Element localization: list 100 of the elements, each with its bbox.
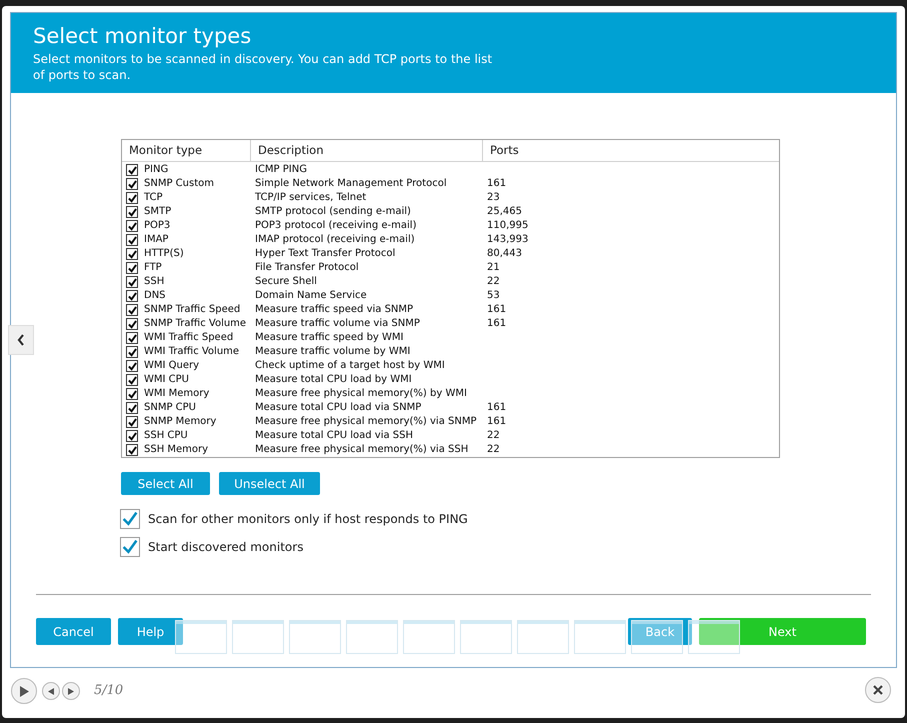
close-button[interactable] (865, 677, 891, 703)
table-cell: HTTP(S) (144, 247, 184, 261)
table-cell: Measure traffic volume by WMI (255, 346, 410, 357)
table-cell: Measure total CPU load via SSH (255, 430, 414, 441)
checkbox[interactable] (126, 374, 138, 386)
checkbox[interactable] (126, 346, 138, 358)
slide-counter: 5/10 (94, 682, 124, 700)
table-cell: IMAP (144, 233, 168, 247)
table-cell: Measure traffic speed by WMI (255, 332, 404, 343)
table-cell: DNS (144, 289, 166, 303)
table-cell: 143,993 (487, 234, 528, 245)
table-cell: POP3 protocol (receiving e-mail) (255, 220, 416, 231)
help-button[interactable]: Help (118, 618, 183, 645)
table-cell: Measure free physical memory(%) via SSH (255, 444, 468, 455)
slide-thumbnail[interactable] (574, 620, 626, 654)
checkbox[interactable] (126, 248, 138, 260)
table-cell: 80,443 (487, 248, 522, 259)
checkbox[interactable] (126, 234, 138, 246)
column-header[interactable]: Description (251, 140, 483, 161)
checkbox[interactable] (126, 220, 138, 232)
checkbox[interactable] (126, 178, 138, 190)
table-cell: Measure traffic speed via SNMP (255, 304, 414, 315)
option-label: Scan for other monitors only if host responds to PING (148, 511, 468, 528)
checkbox[interactable] (120, 537, 140, 557)
table-cell: 161 (487, 416, 506, 427)
table-cell: POP3 (144, 219, 170, 233)
table-cell: WMI Traffic Volume (144, 345, 240, 359)
table-cell: IMAP protocol (receiving e-mail) (255, 234, 415, 245)
checkbox[interactable] (126, 430, 138, 442)
table-cell: Measure free physical memory(%) via SNMP (255, 416, 477, 427)
checkbox[interactable] (126, 262, 138, 274)
select-all-button[interactable]: Select All (121, 472, 210, 495)
slide-thumbnail[interactable] (403, 620, 455, 654)
table-cell: WMI Memory (144, 387, 210, 401)
table-cell: Simple Network Management Protocol (255, 178, 447, 189)
checkbox[interactable] (126, 388, 138, 400)
table-cell: 161 (487, 318, 506, 329)
table-cell: FTP (144, 261, 162, 275)
cancel-button[interactable]: Cancel (36, 618, 111, 645)
table-cell: Secure Shell (255, 276, 317, 287)
slide-thumbnail[interactable] (631, 620, 683, 654)
table-cell: Check uptime of a target host by WMI (255, 360, 445, 371)
next-button[interactable] (62, 682, 80, 700)
table-cell: ICMP PING (255, 164, 307, 175)
checkbox[interactable] (126, 318, 138, 330)
checkbox[interactable] (126, 444, 138, 456)
table-cell: SNMP CPU (144, 401, 196, 415)
next-button[interactable]: Next (699, 618, 866, 645)
table-cell: 23 (487, 192, 500, 203)
checkbox[interactable] (126, 290, 138, 302)
play-button[interactable] (11, 678, 37, 704)
checkbox[interactable] (120, 509, 140, 529)
unselect-all-button[interactable]: Unselect All (219, 472, 320, 495)
checkbox[interactable] (126, 164, 138, 176)
slide-thumbnail[interactable] (232, 620, 284, 654)
table-cell: SNMP Memory (144, 415, 216, 429)
table-cell: 22 (487, 444, 500, 455)
table-cell: TCP/IP services, Telnet (255, 192, 366, 203)
table-cell: TCP (144, 191, 163, 205)
table-cell: 161 (487, 304, 506, 315)
table-cell: WMI Traffic Speed (144, 331, 234, 345)
table-cell: 22 (487, 276, 500, 287)
table-cell: 161 (487, 178, 506, 189)
column-header[interactable]: Ports (483, 140, 779, 161)
table-cell: 161 (487, 402, 506, 413)
slide-thumbnail[interactable] (175, 620, 227, 654)
dialog-title: Select monitor types (33, 23, 252, 49)
table-cell: SSH Memory (144, 443, 208, 457)
checkbox[interactable] (126, 192, 138, 204)
slide-thumbnail[interactable] (688, 620, 740, 654)
table-cell: PING (144, 163, 168, 177)
table-cell: SMTP (144, 205, 172, 219)
table-cell: Measure traffic volume via SNMP (255, 318, 420, 329)
checkbox[interactable] (126, 360, 138, 372)
table-cell: Hyper Text Transfer Protocol (255, 248, 396, 259)
back-button[interactable]: Back (628, 618, 692, 645)
checkbox[interactable] (126, 276, 138, 288)
table-cell: WMI CPU (144, 373, 189, 387)
checkbox[interactable] (126, 332, 138, 344)
slide-thumbnail[interactable] (517, 620, 569, 654)
table-cell: 21 (487, 262, 500, 273)
column-header[interactable]: Monitor type (122, 140, 251, 161)
slide-thumbnail[interactable] (460, 620, 512, 654)
table-cell: Measure total CPU load via SNMP (255, 402, 422, 413)
checkbox[interactable] (126, 402, 138, 414)
play-icon (19, 686, 29, 696)
table-cell: SNMP Traffic Speed (144, 303, 240, 317)
previous-button[interactable] (42, 682, 60, 700)
checkbox[interactable] (126, 416, 138, 428)
chevron-left-icon (17, 334, 25, 346)
slide-thumbnail[interactable] (289, 620, 341, 654)
triangle-right-icon (68, 688, 74, 694)
previous-slide-tab[interactable] (8, 325, 34, 355)
dialog-subtitle: Select monitors to be scanned in discovery. You can add TCP ports to the list of ports to scan. (33, 51, 493, 83)
table-cell: 25,465 (487, 206, 522, 217)
checkbox[interactable] (126, 206, 138, 218)
slide-thumbnail[interactable] (346, 620, 398, 654)
checkbox[interactable] (126, 304, 138, 316)
table-cell: 22 (487, 430, 500, 441)
table-cell: File Transfer Protocol (255, 262, 359, 273)
